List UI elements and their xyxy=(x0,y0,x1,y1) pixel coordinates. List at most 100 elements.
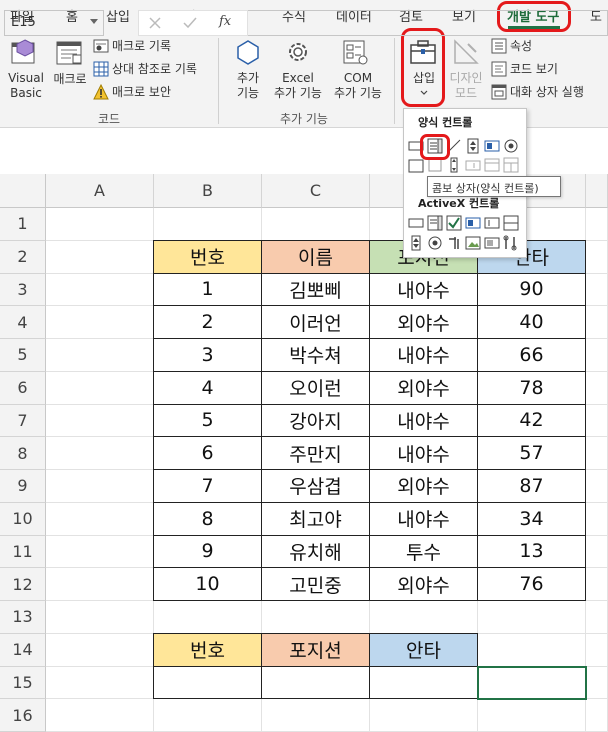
table-cell[interactable]: 김뽀삐 xyxy=(261,272,370,307)
table-cell[interactable]: 87 xyxy=(477,469,586,503)
cell[interactable] xyxy=(46,666,154,700)
cell[interactable] xyxy=(154,699,262,732)
row-header-7[interactable]: 7 xyxy=(0,404,46,438)
table-cell[interactable]: 34 xyxy=(477,501,586,536)
cell[interactable] xyxy=(586,601,608,634)
row-header-9[interactable]: 9 xyxy=(0,470,46,503)
selected-cell-e15[interactable] xyxy=(477,665,587,701)
table-cell[interactable]: 10 xyxy=(153,567,262,601)
table-cell[interactable]: 내야수 xyxy=(369,403,478,438)
cell[interactable] xyxy=(46,240,154,274)
table-cell[interactable]: 5 xyxy=(153,403,262,438)
fx-icon[interactable]: fx xyxy=(219,14,231,29)
cell[interactable] xyxy=(46,208,154,241)
column-header-a[interactable]: A xyxy=(46,174,154,208)
properties-button[interactable]: 속성 xyxy=(491,37,532,54)
cell[interactable] xyxy=(46,699,154,732)
table-cell[interactable]: 8 xyxy=(153,501,262,536)
tab-insert[interactable]: 삽입 xyxy=(106,6,130,25)
cell[interactable] xyxy=(370,601,478,634)
activex-label-icon[interactable] xyxy=(446,235,462,251)
table-cell[interactable]: 외야수 xyxy=(369,305,478,339)
column-header-c[interactable]: C xyxy=(262,174,370,208)
row-header-13[interactable]: 13 xyxy=(0,601,46,634)
table-cell[interactable]: 외야수 xyxy=(369,567,478,601)
table-cell[interactable]: 1 xyxy=(153,272,262,307)
cell[interactable] xyxy=(478,601,586,634)
activex-image-icon[interactable] xyxy=(465,235,481,251)
table-cell[interactable]: 내야수 xyxy=(369,272,478,307)
table-cell[interactable]: 주만지 xyxy=(261,436,370,470)
cell[interactable] xyxy=(586,666,608,700)
table-cell[interactable] xyxy=(261,665,370,700)
row-header-12[interactable]: 12 xyxy=(0,568,46,601)
cell[interactable] xyxy=(586,240,608,274)
cell[interactable] xyxy=(154,601,262,634)
table-cell[interactable]: 42 xyxy=(477,403,586,438)
select-all-corner[interactable] xyxy=(0,174,46,208)
row-header-11[interactable]: 11 xyxy=(0,535,46,569)
activex-toggle-button-icon[interactable] xyxy=(484,235,500,251)
row-header-5[interactable]: 5 xyxy=(0,339,46,372)
combo-list-edit-control-icon[interactable] xyxy=(484,157,500,173)
cell[interactable] xyxy=(46,568,154,601)
table-cell[interactable]: 2 xyxy=(153,305,262,339)
row-header-14[interactable]: 14 xyxy=(0,633,46,667)
cell[interactable] xyxy=(46,339,154,372)
cell[interactable] xyxy=(46,502,154,536)
column-header-b[interactable]: B xyxy=(154,174,262,208)
cell[interactable] xyxy=(46,371,154,405)
cell[interactable] xyxy=(46,437,154,470)
activex-scroll-bar-icon[interactable] xyxy=(503,215,519,231)
table-cell[interactable]: 57 xyxy=(477,436,586,470)
cell[interactable] xyxy=(586,535,608,569)
activex-check-box-icon[interactable] xyxy=(446,215,462,231)
row-header-3[interactable]: 3 xyxy=(0,273,46,307)
activex-combo-box-icon[interactable] xyxy=(427,215,443,231)
cell[interactable] xyxy=(46,404,154,438)
relative-reference-button[interactable]: 상대 참조로 기록 xyxy=(93,60,197,77)
scroll-bar-control-icon[interactable] xyxy=(446,157,462,173)
activex-spin-button-icon[interactable] xyxy=(408,235,424,251)
row-header-1[interactable]: 1 xyxy=(0,208,46,241)
cell[interactable] xyxy=(586,699,608,732)
row-header-10[interactable]: 10 xyxy=(0,502,46,536)
table-cell[interactable]: 우삼겹 xyxy=(261,469,370,503)
cell[interactable] xyxy=(262,601,370,634)
row-header-8[interactable]: 8 xyxy=(0,437,46,470)
cell[interactable] xyxy=(586,568,608,601)
cell[interactable] xyxy=(478,699,586,732)
table-cell[interactable]: 강아지 xyxy=(261,403,370,438)
option-button-control-icon[interactable] xyxy=(503,138,519,154)
row-header-4[interactable]: 4 xyxy=(0,306,46,339)
cell[interactable] xyxy=(262,699,370,732)
table-cell[interactable]: 외야수 xyxy=(369,469,478,503)
cell[interactable] xyxy=(586,371,608,405)
table-cell[interactable]: 내야수 xyxy=(369,436,478,470)
table-cell[interactable]: 4 xyxy=(153,370,262,405)
table-cell[interactable]: 유치해 xyxy=(261,534,370,569)
table-cell[interactable]: 외야수 xyxy=(369,370,478,405)
table-cell[interactable]: 최고야 xyxy=(261,501,370,536)
cell[interactable] xyxy=(262,208,370,241)
text-field-control-icon[interactable] xyxy=(465,157,481,173)
record-macro-button[interactable]: 매크로 기록 xyxy=(93,37,171,54)
combo-drop-down-edit-control-icon[interactable] xyxy=(503,157,519,173)
cell[interactable] xyxy=(586,208,608,241)
cell[interactable] xyxy=(586,273,608,307)
list-box-control-icon[interactable] xyxy=(484,138,500,154)
group-box-control-icon[interactable] xyxy=(408,157,424,173)
table-cell[interactable]: 투수 xyxy=(369,534,478,569)
table-cell[interactable]: 90 xyxy=(477,272,586,307)
table-cell[interactable]: 9 xyxy=(153,534,262,569)
column-header-f[interactable] xyxy=(586,174,608,208)
spin-button-control-icon[interactable] xyxy=(465,138,481,154)
cell[interactable] xyxy=(46,601,154,634)
activex-more-controls-icon[interactable] xyxy=(503,235,519,251)
activex-text-box-icon[interactable] xyxy=(484,215,500,231)
table-header-cell[interactable]: 이름 xyxy=(261,239,370,274)
cell[interactable] xyxy=(586,404,608,438)
table-cell[interactable]: 내야수 xyxy=(369,338,478,372)
table-cell[interactable]: 오이런 xyxy=(261,370,370,405)
table-cell[interactable]: 13 xyxy=(477,534,586,569)
